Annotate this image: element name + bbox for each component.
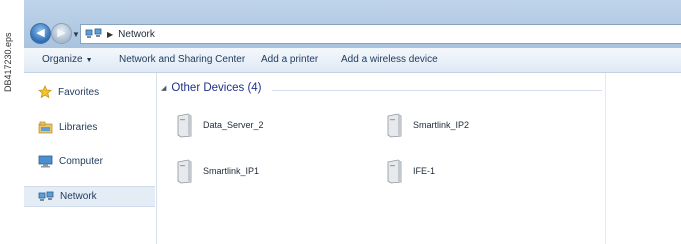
computer-icon bbox=[38, 155, 53, 167]
explorer-window: ◀ ▶ ▼ ▶ Network Organize ▼ Network and Sh… bbox=[24, 0, 681, 244]
device-item-ife-1[interactable]: IFE-1 bbox=[385, 156, 435, 186]
sidebar-item-label: Libraries bbox=[59, 121, 98, 133]
sidebar-item-computer[interactable]: Computer bbox=[24, 151, 155, 171]
device-name: Data_Server_2 bbox=[203, 120, 264, 130]
network-sharing-center-button[interactable]: Network and Sharing Center bbox=[119, 54, 245, 65]
sidebar-item-label: Network bbox=[60, 191, 97, 202]
group-divider bbox=[272, 90, 602, 91]
sidebar-item-libraries[interactable]: Libraries bbox=[24, 117, 155, 137]
figure-reference-label: DB417230.eps bbox=[0, 0, 22, 244]
file-list-pane: ◢ Other Devices (4) Data_Server_2 Smartl… bbox=[157, 73, 606, 244]
device-tower-icon bbox=[177, 113, 192, 138]
device-item-smartlink-ip2[interactable]: Smartlink_IP2 bbox=[385, 110, 469, 140]
add-wireless-device-button[interactable]: Add a wireless device bbox=[341, 54, 438, 65]
device-tower-icon bbox=[177, 159, 192, 184]
breadcrumb-network[interactable]: Network bbox=[118, 29, 155, 40]
sidebar-item-network[interactable]: Network bbox=[24, 186, 155, 207]
details-pane bbox=[605, 73, 681, 244]
arrow-left-icon: ◀ bbox=[36, 27, 45, 39]
group-header-other-devices[interactable]: ◢ Other Devices (4) bbox=[161, 82, 262, 94]
sidebar-item-favorites[interactable]: Favorites bbox=[24, 82, 155, 102]
sidebar-item-label: Favorites bbox=[58, 86, 100, 98]
group-title: Other Devices (4) bbox=[171, 82, 262, 94]
recent-pages-dropdown-icon[interactable]: ▼ bbox=[72, 30, 80, 39]
organize-label: Organize bbox=[42, 54, 83, 65]
arrow-right-icon: ▶ bbox=[57, 27, 66, 39]
back-button[interactable]: ◀ bbox=[30, 23, 51, 44]
chevron-down-icon: ▼ bbox=[85, 57, 93, 64]
network-icon bbox=[38, 191, 54, 201]
collapse-triangle-icon[interactable]: ◢ bbox=[161, 84, 166, 92]
address-bar[interactable]: ▶ Network bbox=[80, 24, 681, 44]
device-item-data-server-2[interactable]: Data_Server_2 bbox=[175, 110, 264, 140]
breadcrumb-separator-icon[interactable]: ▶ bbox=[107, 30, 113, 39]
libraries-icon bbox=[38, 121, 53, 133]
device-name: Smartlink_IP2 bbox=[413, 120, 470, 130]
sidebar-item-label: Computer bbox=[59, 155, 103, 167]
forward-button[interactable]: ▶ bbox=[51, 23, 72, 44]
organize-button[interactable]: Organize ▼ bbox=[42, 54, 93, 65]
figure-reference-text: DB417230.eps bbox=[3, 32, 13, 92]
network-icon bbox=[85, 28, 102, 38]
command-toolbar: Organize ▼ Network and Sharing Center Add… bbox=[24, 48, 681, 73]
device-tower-icon bbox=[387, 113, 402, 138]
navigation-pane: Favorites Libraries Computer Network bbox=[24, 73, 157, 244]
add-printer-button[interactable]: Add a printer bbox=[261, 54, 318, 65]
title-bar: ◀ ▶ ▼ ▶ Network bbox=[24, 0, 681, 48]
device-item-smartlink-ip1[interactable]: Smartlink_IP1 bbox=[175, 156, 259, 186]
star-icon bbox=[38, 85, 52, 99]
device-tower-icon bbox=[387, 159, 402, 184]
device-name: IFE-1 bbox=[413, 166, 436, 176]
device-name: Smartlink_IP1 bbox=[203, 166, 260, 176]
